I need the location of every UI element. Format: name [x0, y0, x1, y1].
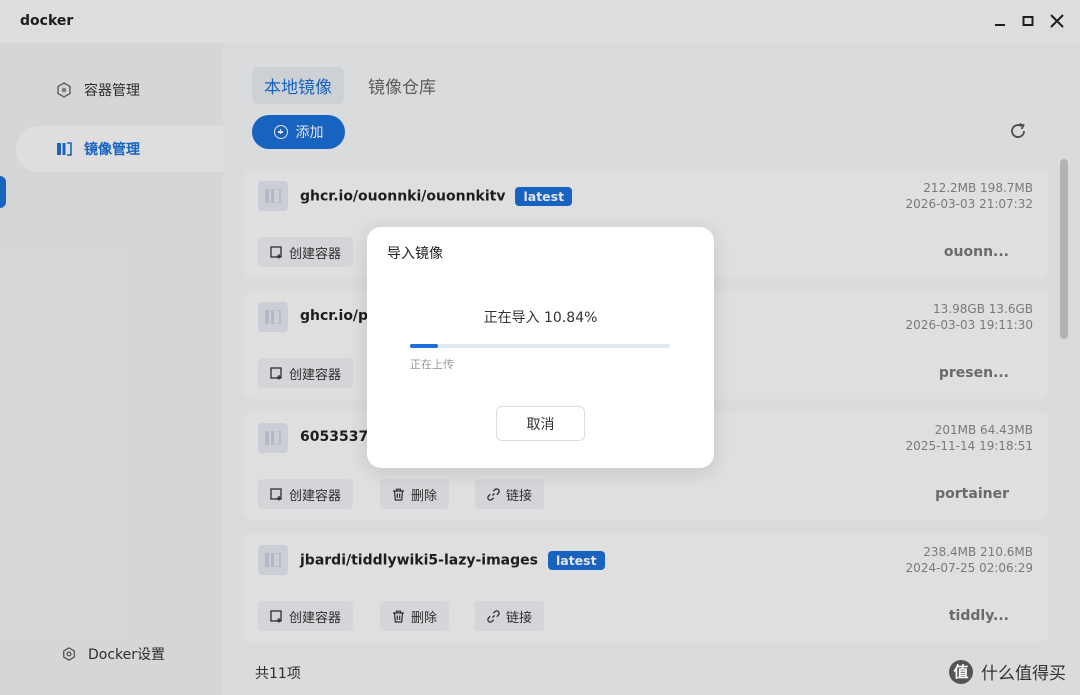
docker-window: docker 容器管理 镜像管理 Docker设置 本地镜像 镜像仓库 添加 g…	[0, 0, 1080, 695]
watermark-logo-icon: 值	[949, 659, 973, 684]
import-image-dialog: 导入镜像 正在导入 10.84% 正在上传 取消	[367, 227, 714, 468]
upload-status: 正在上传	[410, 358, 454, 371]
cancel-button[interactable]: 取消	[496, 406, 585, 441]
watermark-text: 什么值得买	[981, 664, 1066, 684]
progress-bar	[410, 344, 670, 348]
dialog-title: 导入镜像	[387, 246, 443, 262]
import-progress-text: 正在导入 10.84%	[483, 310, 598, 326]
watermark: 值 什么值得买	[949, 659, 1066, 684]
progress-bar-fill	[410, 344, 439, 348]
